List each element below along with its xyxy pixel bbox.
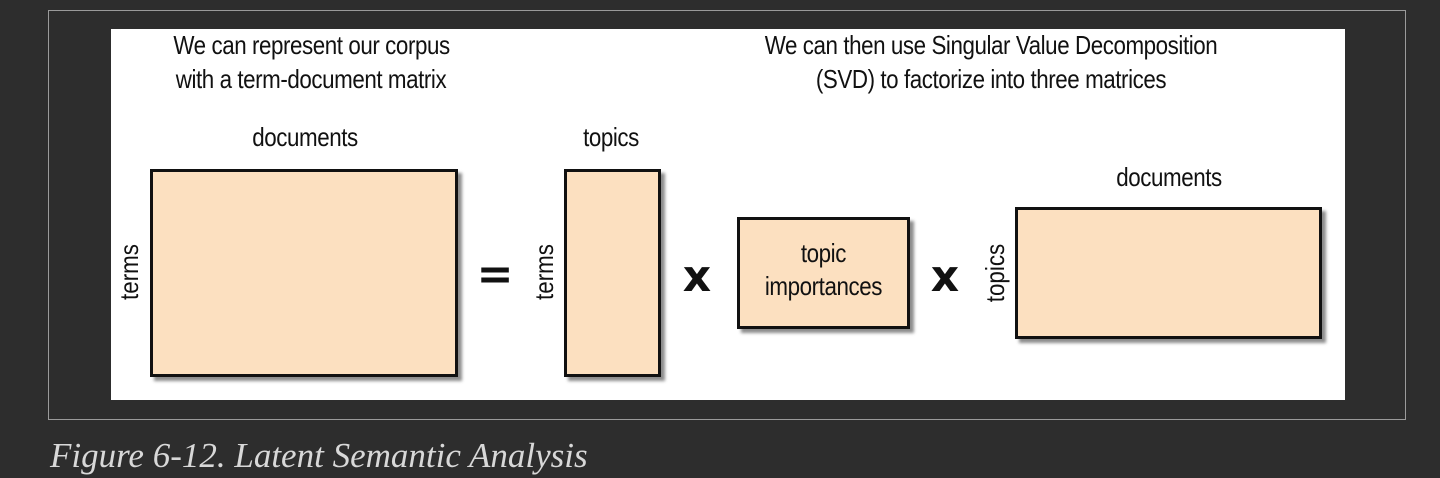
multiply-symbol-1: x <box>682 251 712 302</box>
equals-symbol: = <box>476 249 514 300</box>
term-document-top-label: documents <box>252 122 358 152</box>
topic-document-side-label: topics <box>980 243 1010 303</box>
page: We can represent our corpus with a term-… <box>0 0 1440 478</box>
figure-caption: Figure 6-12. Latent Semantic Analysis <box>50 436 588 475</box>
term-topic-matrix <box>564 169 661 377</box>
topic-document-matrix <box>1015 207 1322 339</box>
topic-document-top-label: documents <box>1116 162 1222 192</box>
left-heading-line-1: We can represent our corpus <box>173 30 450 60</box>
topic-importances-label-line-2: importances <box>764 271 882 301</box>
diagram-canvas: We can represent our corpus with a term-… <box>111 29 1345 400</box>
term-document-matrix <box>150 169 458 377</box>
term-topic-side-label: terms <box>529 244 559 300</box>
right-heading-line-2: (SVD) to factorize into three matrices <box>815 64 1167 94</box>
right-heading-line-1: We can then use Singular Value Decomposi… <box>764 30 1218 60</box>
term-topic-top-label: topics <box>583 122 639 152</box>
topic-importances-label-line-1: topic <box>800 238 847 268</box>
left-heading-line-2: with a term-document matrix <box>175 64 447 94</box>
term-document-side-label: terms <box>114 244 144 300</box>
multiply-symbol-2: x <box>930 251 960 302</box>
